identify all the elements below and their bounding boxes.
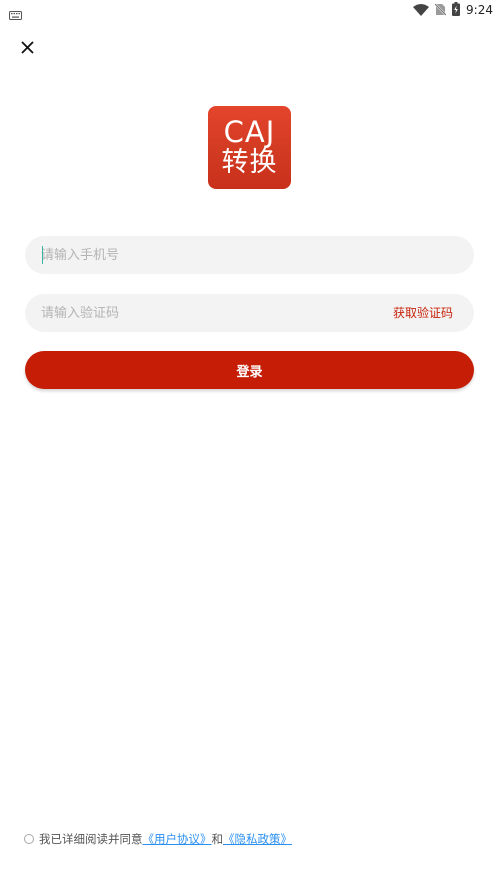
no-sim-icon [434,1,447,20]
agreement-row: 我已详细阅读并同意 《用户协议》 和 《隐私政策》 [24,831,292,847]
close-icon [20,40,34,54]
login-button[interactable]: 登录 [25,351,474,389]
phone-input[interactable] [41,236,451,274]
code-field[interactable]: 获取验证码 [25,294,474,332]
text-cursor [42,246,43,264]
keyboard-icon [9,5,22,24]
app-logo: CAJ 转换 [208,106,291,189]
wifi-icon [413,1,430,20]
user-agreement-link[interactable]: 《用户协议》 [143,831,212,847]
status-time: 9:24 [466,3,493,17]
privacy-policy-link[interactable]: 《隐私政策》 [223,831,292,847]
logo-text-caj: CAJ [223,114,276,149]
battery-charging-icon [452,1,461,20]
agreement-connector: 和 [211,832,224,846]
agreement-checkbox[interactable] [24,834,34,844]
logo-text-convert: 转换 [221,146,278,178]
phone-field[interactable] [25,236,474,274]
status-bar: 9:24 [0,0,499,20]
get-code-button[interactable]: 获取验证码 [393,294,453,332]
verification-code-input[interactable] [41,294,371,332]
close-button[interactable] [14,34,40,60]
agreement-prefix: 我已详细阅读并同意 [39,832,143,846]
